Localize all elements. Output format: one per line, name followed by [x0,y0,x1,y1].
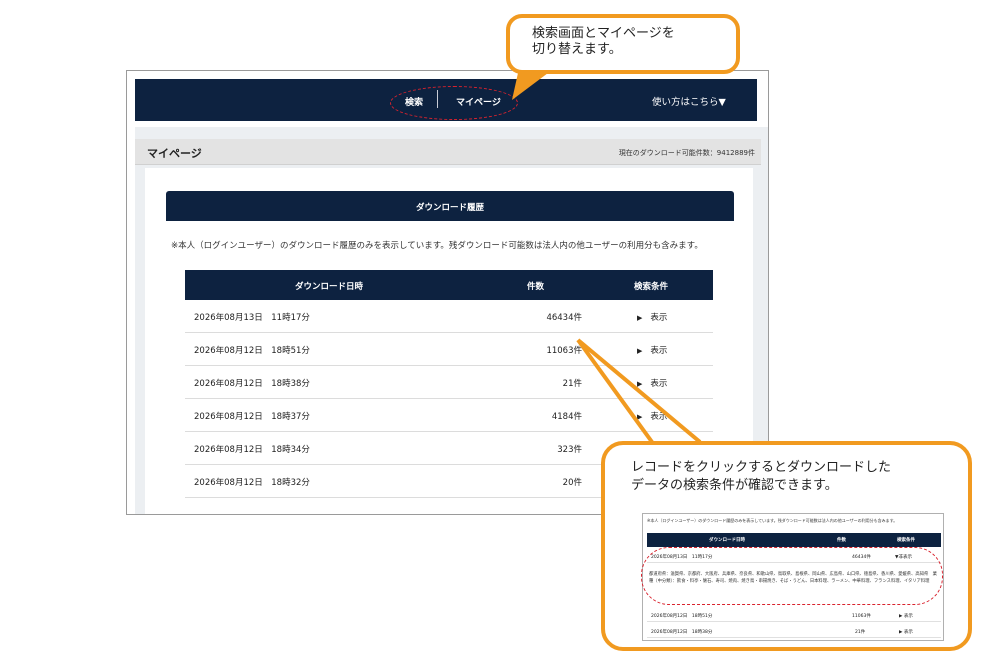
mini-row-date: 2026年08月12日 18時51分 [651,614,713,619]
mini-column-date: ダウンロード日時 [709,538,745,543]
record-callout: レコードをクリックするとダウンロードした データの検索条件が確認できます。 ※本… [601,441,972,651]
record-callout-line2: データの検索条件が確認できます。 [631,478,838,493]
mini-show-button[interactable]: ▶ 表示 [899,629,913,635]
mini-column-conditions: 検索条件 [897,538,915,543]
mini-row[interactable]: 2026年08月12日 18時38分 21件 ▶ 表示 [647,626,941,638]
mini-show-label: 表示 [903,614,913,619]
mini-row[interactable]: 2026年08月12日 18時51分 11063件 ▶ 表示 [647,610,941,622]
mini-notice: ※本人（ログインユーザー）のダウンロード履歴のみを表示しています。残ダウンロード… [647,518,898,523]
mini-row-count: 21件 [855,630,866,635]
nav-callout: 検索画面とマイページを 切り替えます。 [506,14,740,74]
mini-show-label: 表示 [903,630,913,635]
nav-callout-line1: 検索画面とマイページを [532,26,675,41]
mini-table-header: ダウンロード日時 件数 検索条件 [647,533,941,547]
mini-row-date: 2026年08月12日 18時38分 [651,630,713,635]
mini-show-button[interactable]: ▶ 表示 [899,613,913,619]
conditions-highlight-dashed [641,547,943,605]
mini-row-count: 11063件 [852,614,871,619]
record-callout-line1: レコードをクリックするとダウンロードした [631,460,892,475]
mini-column-count: 件数 [837,538,846,543]
nav-callout-line2: 切り替えます。 [532,42,622,57]
